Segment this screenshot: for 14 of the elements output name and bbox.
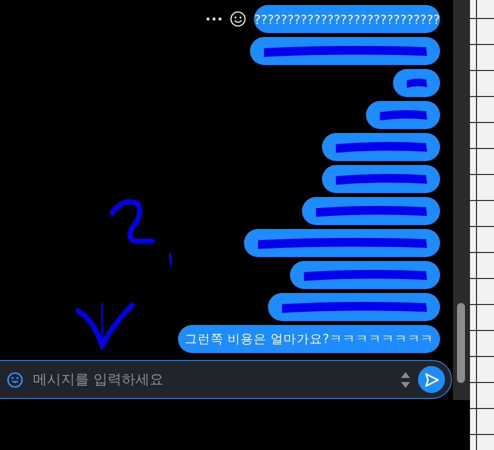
spin-down-icon[interactable]: [401, 382, 410, 388]
send-icon: [424, 372, 440, 388]
scrollbar[interactable]: [453, 0, 470, 400]
message-bubble: ????????????????????????????: [254, 5, 440, 33]
more-icon[interactable]: [206, 17, 222, 21]
redaction-scribble: [378, 108, 428, 122]
redaction-scribble: [405, 76, 428, 90]
message-composer[interactable]: 메시지를 입력하세요: [0, 360, 452, 399]
smiley-icon[interactable]: [230, 11, 246, 27]
message-bubble: 그런쪽 비용은 얼마가요?ㅋㅋㅋㅋㅋㅋㅋㅋ: [178, 325, 440, 353]
send-button[interactable]: [418, 366, 445, 393]
spin-up-icon[interactable]: [401, 372, 410, 378]
emoji-icon[interactable]: [7, 372, 23, 388]
message-field[interactable]: 메시지를 입력하세요: [31, 370, 393, 388]
